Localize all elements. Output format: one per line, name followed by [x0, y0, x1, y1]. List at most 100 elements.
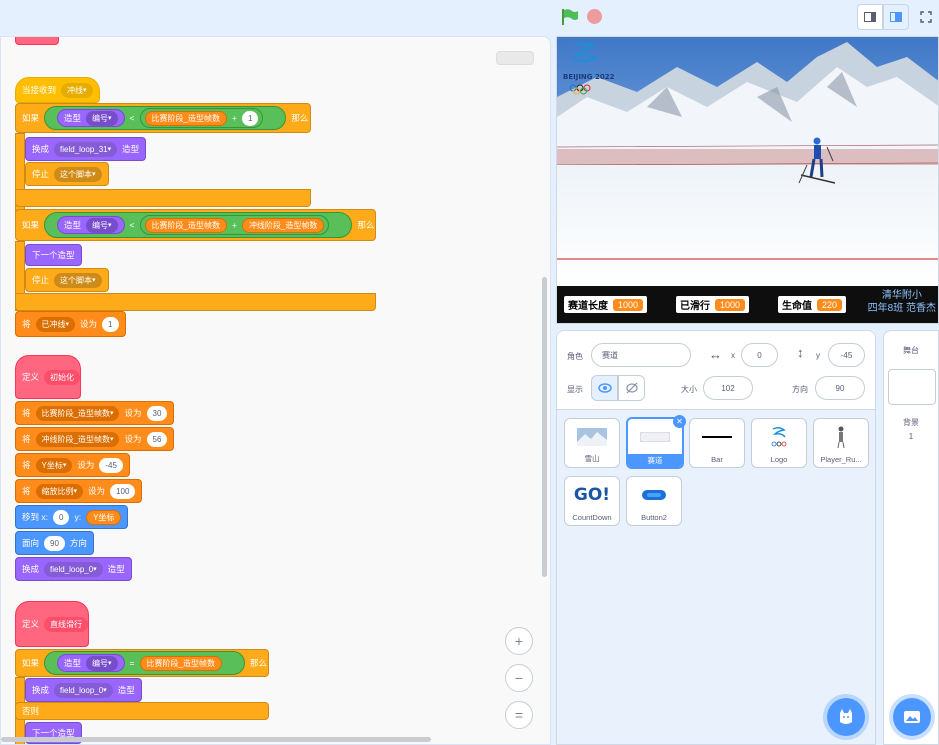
delete-sprite-icon[interactable]: ✕	[673, 415, 686, 428]
stop-dropdown[interactable]: 这个脚本	[54, 166, 102, 182]
lt-symbol: <	[129, 220, 135, 230]
less-than-operator[interactable]: 造型 编号 < 比赛阶段_造型帧数 + 1	[44, 106, 287, 130]
if-block-1[interactable]: 如果 造型 编号 < 比赛阶段_造型帧数 + 1 那么	[15, 103, 311, 133]
equals-operator[interactable]: 造型 编号 = 比赛阶段_造型帧数	[44, 651, 245, 675]
y-input[interactable]: -45	[828, 343, 865, 367]
sprite-tile[interactable]: Player_Ru...	[813, 418, 869, 468]
set-variable-block[interactable]: 将 Y坐标 设为 -45	[15, 453, 130, 477]
point-direction-block[interactable]: 面向 90 方向	[15, 531, 94, 555]
small-stage-button[interactable]	[857, 4, 883, 30]
if-else-block[interactable]: 如果 造型 编号 = 比赛阶段_造型帧数 那么	[15, 649, 269, 677]
value-input[interactable]: 30	[146, 405, 168, 421]
switch-costume-block[interactable]: 换成 field_loop_0 造型	[15, 557, 132, 581]
define-slide-hat[interactable]: 定义 直线滑行	[15, 601, 89, 647]
define-label: 定义	[22, 619, 40, 629]
sprite-name-input[interactable]: 赛道	[591, 343, 691, 367]
variable-dropdown[interactable]: 冲线阶段_造型帧数	[35, 431, 120, 447]
direction-input[interactable]: 90	[815, 376, 865, 400]
stage-backdrop-thumbnail[interactable]	[888, 369, 936, 405]
next-costume-block[interactable]: 下一个造型	[25, 244, 82, 266]
sprite-name: Button2	[641, 513, 667, 522]
x-input[interactable]: 0	[52, 509, 70, 525]
set-variable-block[interactable]: 将 冲线阶段_造型帧数 设为 56	[15, 427, 175, 451]
var-stage1-frames[interactable]: 比赛阶段_造型帧数	[144, 217, 227, 233]
less-than-operator[interactable]: 造型 编号 < 比赛阶段_造型帧数 + 冲线阶段_造型帧数	[44, 212, 353, 238]
value-input[interactable]: 56	[146, 431, 168, 447]
if-block-2[interactable]: 如果 造型 编号 < 比赛阶段_造型帧数 + 冲线阶段_造型帧数 那么	[15, 209, 376, 241]
costume-sensing-reporter[interactable]: 造型 编号	[57, 109, 125, 127]
stage-target-panel[interactable]: 舞台 背景 1	[883, 330, 939, 745]
number-input[interactable]: 1	[241, 110, 259, 126]
costume-number-dropdown[interactable]: 编号	[86, 655, 118, 671]
costume-sensing-reporter[interactable]: 造型 编号	[57, 216, 125, 234]
lt-symbol: <	[129, 113, 135, 123]
costume-dropdown[interactable]: field_loop_31	[54, 141, 118, 157]
value-input[interactable]: 1	[102, 316, 119, 332]
size-input[interactable]: 102	[703, 376, 753, 400]
mountain-thumb-icon	[577, 428, 607, 446]
costume-label: 造型	[64, 220, 82, 230]
stage-canvas[interactable]: BEIJING 2022 赛道长度 1000 已滑行 1000 生命值 220 …	[556, 36, 939, 324]
set-variable-block[interactable]: 将 缩放比例 设为 100	[15, 479, 143, 503]
costume-number-dropdown[interactable]: 编号	[86, 110, 118, 126]
horizontal-scrollbar[interactable]	[1, 737, 431, 742]
variable-dropdown[interactable]: 缩放比例	[35, 483, 84, 499]
vertical-scrollbar[interactable]	[542, 277, 547, 577]
direction-input[interactable]: 90	[44, 535, 65, 551]
add-sprite-button[interactable]	[827, 698, 865, 736]
set-variable-block[interactable]: 将 比赛阶段_造型帧数 设为 30	[15, 401, 175, 425]
stop-icon[interactable]	[587, 9, 602, 24]
large-stage-button[interactable]	[883, 4, 909, 30]
y-variable-reporter[interactable]: Y坐标	[86, 509, 122, 525]
fullscreen-button[interactable]	[913, 4, 939, 30]
sprite-tile[interactable]: GO! CountDown	[564, 476, 620, 526]
sprite-tile[interactable]: 雪山	[564, 418, 620, 468]
var-stage1-frames[interactable]: 比赛阶段_造型帧数	[139, 655, 222, 671]
plus-symbol: +	[231, 113, 237, 123]
value-input[interactable]: 100	[110, 483, 136, 499]
variable-dropdown[interactable]: 已冲线	[35, 316, 76, 332]
add-backdrop-button[interactable]	[893, 698, 931, 736]
green-flag-icon[interactable]	[560, 8, 580, 26]
partial-define-block[interactable]	[15, 37, 59, 45]
when-receive-hat-block[interactable]: 当接收到 冲线	[15, 77, 100, 103]
zoom-in-button[interactable]: +	[505, 627, 533, 655]
stop-block[interactable]: 停止 这个脚本	[25, 162, 109, 186]
code-area[interactable]: 当接收到 冲线 如果 造型 编号 < 比赛阶段_造型帧数 + 1 那么 换成 f…	[0, 36, 551, 745]
sprite-tile[interactable]: Logo	[751, 418, 807, 468]
stop-block[interactable]: 停止 这个脚本	[25, 268, 109, 292]
costume-dropdown[interactable]: field_loop_0	[44, 561, 103, 577]
variable-dropdown[interactable]: Y坐标	[35, 457, 73, 473]
size-label: 大小	[681, 385, 697, 394]
zoom-out-button[interactable]: −	[505, 664, 533, 692]
hide-button[interactable]	[618, 375, 645, 401]
costume-dropdown[interactable]: field_loop_0	[54, 682, 113, 698]
sprite-tile[interactable]: Bar	[689, 418, 745, 468]
var-stage1-frames[interactable]: 比赛阶段_造型帧数	[144, 110, 227, 126]
sprite-tile[interactable]: Button2	[626, 476, 682, 526]
message-dropdown[interactable]: 冲线	[61, 82, 93, 98]
var-sprint-frames[interactable]: 冲线阶段_造型帧数	[241, 217, 325, 233]
switch-costume-block[interactable]: 换成 field_loop_31 造型	[25, 137, 147, 161]
point-label: 面向	[22, 538, 40, 548]
variable-dropdown[interactable]: 比赛阶段_造型帧数	[35, 405, 120, 421]
visibility-toggle[interactable]	[591, 375, 645, 401]
set-variable-block[interactable]: 将 已冲线 设为 1	[15, 311, 126, 337]
button-thumb-icon	[642, 490, 666, 500]
stop-dropdown[interactable]: 这个脚本	[54, 272, 102, 288]
costume-number-dropdown[interactable]: 编号	[86, 217, 118, 233]
plus-operator[interactable]: 比赛阶段_造型帧数 + 冲线阶段_造型帧数	[139, 215, 330, 235]
define-init-hat[interactable]: 定义 初始化	[15, 355, 81, 399]
show-button[interactable]	[591, 375, 618, 401]
code-area-minimize-button[interactable]	[496, 51, 534, 65]
value-input[interactable]: -45	[99, 457, 123, 473]
x-input[interactable]: 0	[741, 343, 778, 367]
logo-thumb-icon	[771, 426, 787, 447]
eye-off-icon	[625, 382, 638, 394]
plus-operator[interactable]: 比赛阶段_造型帧数 + 1	[139, 108, 264, 128]
costume-sensing-reporter[interactable]: 造型 编号	[57, 654, 125, 672]
sprite-tile-selected[interactable]: ✕ 赛道	[626, 415, 686, 469]
goto-xy-block[interactable]: 移到 x: 0 y: Y坐标	[15, 505, 129, 529]
zoom-reset-button[interactable]: =	[505, 701, 533, 729]
switch-costume-block[interactable]: 换成 field_loop_0 造型	[25, 678, 142, 702]
